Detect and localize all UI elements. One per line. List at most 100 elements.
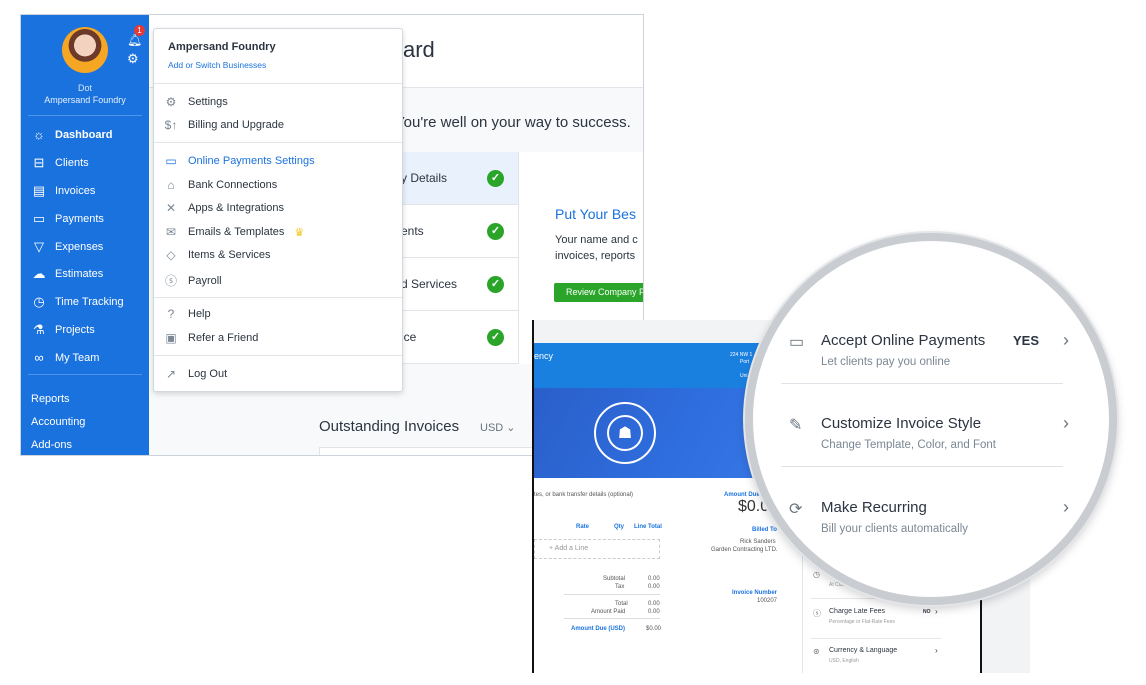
option-title: Accept Online Payments xyxy=(821,332,986,349)
chevron-down-icon: ⌄ xyxy=(506,422,516,434)
setting-desc: Percentage or Flat-Rate Fees xyxy=(829,619,895,625)
total-label: Amount Paid xyxy=(591,609,626,615)
help-icon: ? xyxy=(167,307,175,321)
page-title: ard xyxy=(403,37,435,62)
team-icon: ∞ xyxy=(34,350,44,365)
menu-label: Apps & Integrations xyxy=(188,202,285,214)
invoice-number-label: Invoice Number xyxy=(732,590,778,596)
bank-icon: ⌂ xyxy=(167,178,175,192)
menu-label: Log Out xyxy=(188,368,228,380)
stopwatch-icon: ◷ xyxy=(33,294,45,309)
setting-title: Currency & Language xyxy=(829,647,898,654)
divider xyxy=(781,466,1063,467)
setup-step[interactable]: ents ✓ xyxy=(401,205,518,258)
sidebar-item-expenses[interactable]: ▽ Expenses xyxy=(31,239,103,255)
recurring-icon: ⟳ xyxy=(789,501,803,518)
wallet-icon: ▭ xyxy=(32,211,46,226)
tag-icon: ◇ xyxy=(166,248,176,262)
sidebar-item-add-ons[interactable]: Add-ons xyxy=(31,439,72,451)
sidebar-item-clients[interactable]: ⊟ Clients xyxy=(31,155,89,171)
menu-item-online-payments[interactable]: ▭ Online Payments Settings xyxy=(164,154,314,168)
dollar-clock-icon: ⓢ xyxy=(813,609,821,618)
subtitle: You're well on your way to success. xyxy=(395,114,631,131)
step-label: y Details xyxy=(401,171,448,185)
menu-label: Help xyxy=(188,308,211,320)
menu-label: Billing and Upgrade xyxy=(188,119,285,131)
avatar[interactable] xyxy=(62,27,108,73)
divider xyxy=(28,115,142,116)
notes-field[interactable]: tes, or bank transfer details (optional) xyxy=(534,492,633,498)
currency-select[interactable]: USD ⌄ xyxy=(480,421,516,434)
setup-step[interactable]: y Details ✓ xyxy=(401,152,518,205)
nav-label: Projects xyxy=(55,324,95,336)
nav-label: Invoices xyxy=(55,185,96,197)
sidebar-item-invoices[interactable]: ▤ Invoices xyxy=(31,183,96,199)
setting-late-fees[interactable]: ⓢ Charge Late Fees Percentage or Flat-Ra… xyxy=(813,607,941,632)
option-desc: Change Template, Color, and Font xyxy=(821,439,996,451)
menu-item-settings[interactable]: ⚙ Settings xyxy=(164,95,228,109)
step-label: ice xyxy=(401,330,417,344)
nav-label: Estimates xyxy=(55,268,104,280)
sidebar-item-dashboard[interactable]: ☼ Dashboard xyxy=(31,127,112,142)
check-icon: ✓ xyxy=(487,169,504,187)
setting-value: NO xyxy=(923,609,931,615)
address: Uni xyxy=(740,373,748,379)
estimates-icon: ☁ xyxy=(32,266,46,281)
add-line-label: Add a Line xyxy=(554,545,589,552)
nav-label: My Team xyxy=(55,351,100,364)
settings-dropdown: Ampersand Foundry Add or Switch Business… xyxy=(153,28,403,392)
divider xyxy=(811,638,941,639)
panel-title: Put Your Bes xyxy=(555,206,636,222)
business-name: Ampersand Foundry xyxy=(44,95,126,105)
sidebar-item-time-tracking[interactable]: ◷ Time Tracking xyxy=(31,294,123,310)
gear-icon[interactable]: ⚙ xyxy=(127,51,139,67)
sidebar-item-accounting[interactable]: Accounting xyxy=(31,416,85,428)
menu-item-help[interactable]: ? Help xyxy=(164,307,211,321)
sidebar-item-payments[interactable]: ▭ Payments xyxy=(31,211,104,227)
billed-to-name: Rick Sanders xyxy=(740,539,776,545)
divider xyxy=(564,618,660,619)
setting-currency-language[interactable]: ⊛ Currency & Language USD, English › xyxy=(813,646,941,671)
panel-text: invoices, reports xyxy=(555,250,636,262)
sidebar-item-reports[interactable]: Reports xyxy=(31,393,70,405)
chevron-right-icon: › xyxy=(935,646,938,655)
menu-item-bank[interactable]: ⌂ Bank Connections xyxy=(164,178,277,192)
menu-item-items[interactable]: ◇ Items & Services xyxy=(164,248,271,262)
setting-desc: USD, English xyxy=(829,658,859,664)
menu-item-refer[interactable]: ▣ Refer a Friend xyxy=(164,331,258,345)
user-name: Dot xyxy=(77,83,92,93)
menu-item-emails[interactable]: ✉ Emails & Templates ♛ xyxy=(164,225,304,239)
setup-step[interactable]: d Services ✓ xyxy=(401,258,518,311)
dollar-up-icon: $↑ xyxy=(164,118,178,132)
address: Port xyxy=(740,359,750,365)
sidebar-item-my-team[interactable]: ∞ My Team xyxy=(31,350,99,365)
chevron-right-icon: › xyxy=(935,607,938,616)
review-company-button[interactable]: Review Company P xyxy=(554,283,643,302)
setup-step[interactable]: ice ✓ xyxy=(401,311,518,364)
divider xyxy=(28,374,142,375)
divider xyxy=(564,594,660,595)
col-rate: Rate xyxy=(576,524,590,530)
sidebar-item-estimates[interactable]: ☁ Estimates xyxy=(31,266,104,282)
invoice-number: 100207 xyxy=(757,598,778,604)
option-title: Make Recurring xyxy=(821,499,927,516)
total-value: 0.00 xyxy=(648,609,660,615)
paintbrush-icon: ✎ xyxy=(789,417,803,434)
menu-item-billing[interactable]: $↑ Billing and Upgrade xyxy=(164,118,284,132)
sidebar-item-projects[interactable]: ⚗ Projects xyxy=(31,322,95,338)
step-label: d Services xyxy=(401,277,458,291)
divider xyxy=(781,383,1063,384)
menu-item-payroll[interactable]: ⓢ Payroll xyxy=(164,272,222,289)
nav-label: Clients xyxy=(55,157,89,169)
sun-icon: ☼ xyxy=(33,127,45,142)
menu-label: Items & Services xyxy=(188,249,271,261)
menu-item-logout[interactable]: ↗ Log Out xyxy=(164,367,227,381)
dollar-circle-icon: ⓢ xyxy=(164,274,177,288)
option-title: Customize Invoice Style xyxy=(821,415,982,432)
outstanding-title: Outstanding Invoices xyxy=(319,418,460,435)
menu-label: Refer a Friend xyxy=(188,332,259,344)
switch-business-link[interactable]: Add or Switch Businesses xyxy=(168,60,266,70)
menu-item-apps[interactable]: ✕ Apps & Integrations xyxy=(164,201,284,215)
add-line-button[interactable]: + Add a Line xyxy=(534,539,660,559)
col-line-total: Line Total xyxy=(634,524,662,530)
